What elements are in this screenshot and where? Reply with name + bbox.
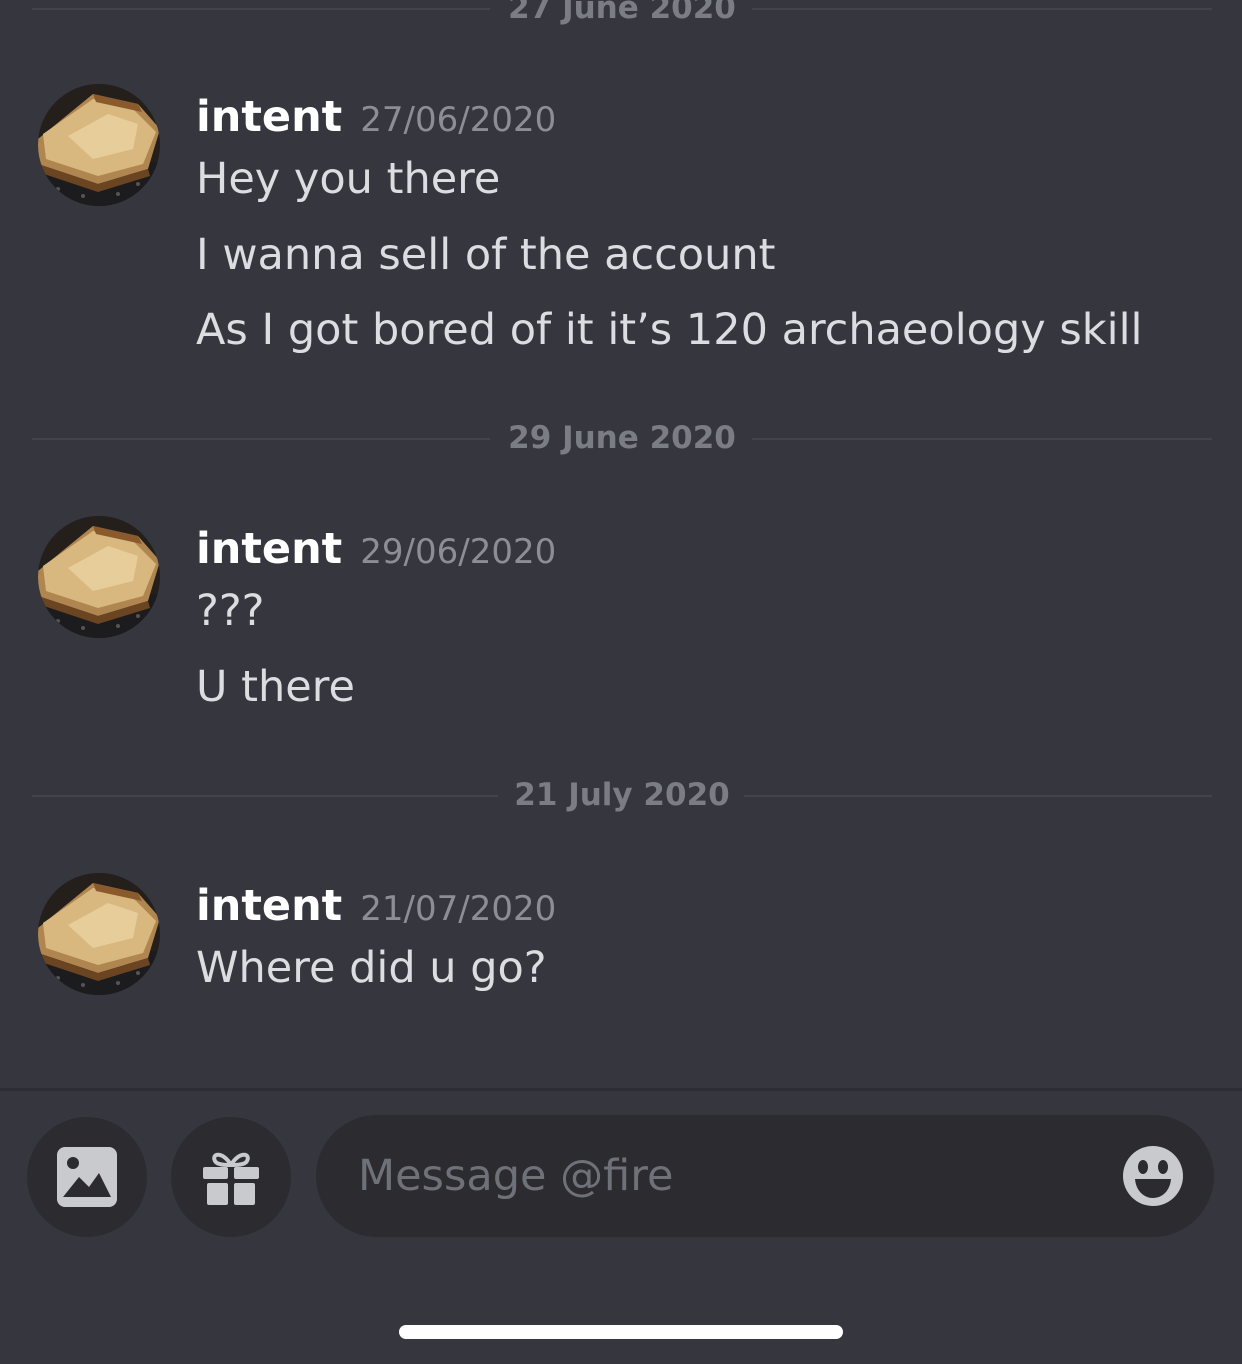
- username[interactable]: intent: [196, 92, 342, 142]
- message-input[interactable]: [358, 1115, 1098, 1237]
- avatar[interactable]: [38, 84, 160, 206]
- gift-button[interactable]: [171, 1117, 291, 1237]
- message-text[interactable]: ???: [196, 584, 264, 638]
- message-header: intent 27/06/2020: [196, 92, 556, 146]
- emoji-button[interactable]: [1122, 1145, 1184, 1207]
- message-timestamp: 27/06/2020: [360, 100, 557, 140]
- message-timestamp: 21/07/2020: [360, 889, 557, 929]
- date-divider: 29 June 2020: [32, 418, 1212, 458]
- divider-line: [752, 8, 1212, 10]
- message-text[interactable]: Hey you there: [196, 152, 500, 206]
- image-icon: [57, 1147, 117, 1207]
- avatar-image: [38, 873, 160, 995]
- message-text[interactable]: Where did u go?: [196, 941, 547, 995]
- date-divider-label: 27 June 2020: [508, 0, 736, 26]
- message-composer: [0, 1091, 1242, 1364]
- message-header: intent 29/06/2020: [196, 524, 556, 578]
- avatar[interactable]: [38, 873, 160, 995]
- attach-image-button[interactable]: [27, 1117, 147, 1237]
- avatar[interactable]: [38, 516, 160, 638]
- username[interactable]: intent: [196, 881, 342, 931]
- message-timestamp: 29/06/2020: [360, 532, 557, 572]
- avatar-image: [38, 84, 160, 206]
- message-text[interactable]: As I got bored of it it’s 120 archaeolog…: [196, 303, 1143, 357]
- message-text[interactable]: U there: [196, 660, 355, 714]
- message-input-container: [316, 1115, 1214, 1237]
- emoji-icon: [1123, 1146, 1183, 1206]
- date-divider: 21 July 2020: [32, 775, 1212, 815]
- home-indicator[interactable]: [399, 1325, 843, 1339]
- divider-line: [752, 438, 1212, 440]
- date-divider: 27 June 2020: [32, 0, 1212, 28]
- gift-icon: [203, 1152, 259, 1205]
- message-text[interactable]: I wanna sell of the account: [196, 228, 775, 282]
- username[interactable]: intent: [196, 524, 342, 574]
- dm-chat-screen: 27 June 2020 intent 27/06/2020 Hey you th…: [0, 0, 1242, 1364]
- message-header: intent 21/07/2020: [196, 881, 556, 935]
- divider-line: [744, 795, 1212, 797]
- avatar-image: [38, 516, 160, 638]
